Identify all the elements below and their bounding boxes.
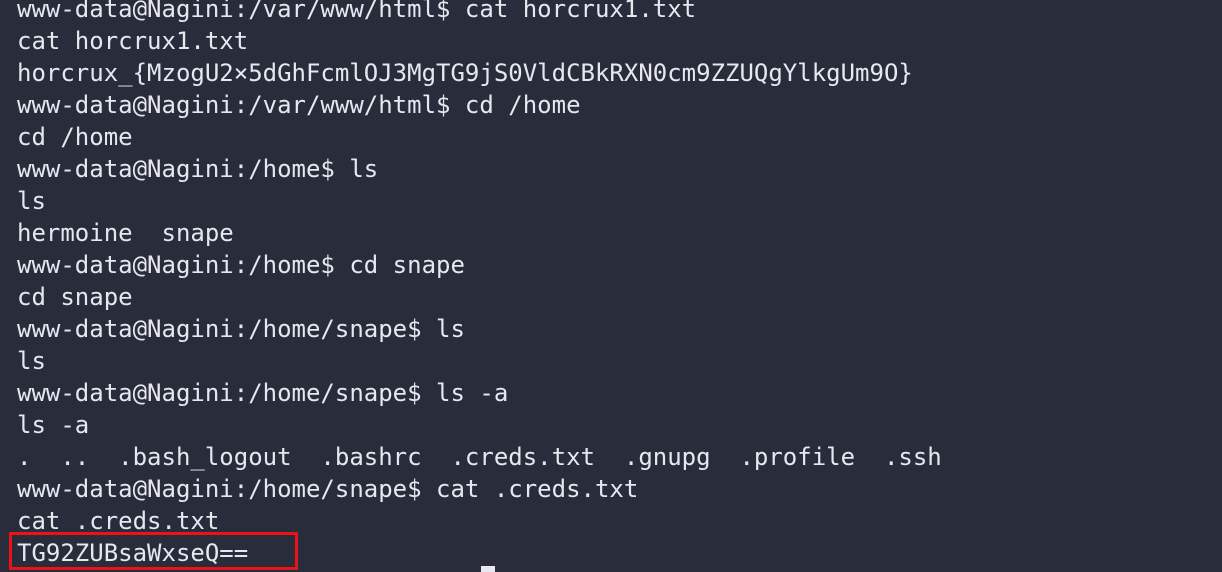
terminal-line-echo: ls [17, 187, 46, 215]
terminal-line-prompt: www-data@Nagini:/var/www/html$ cd /home [17, 91, 581, 119]
terminal-line-prompt: www-data@Nagini:/home/snape$ ls -a [17, 379, 509, 407]
terminal-line-echo: ls -a [17, 411, 90, 439]
terminal-line-echo: cat horcrux1.txt [17, 27, 249, 55]
terminal-line-output: hermoine snape [17, 219, 234, 247]
terminal-window[interactable]: www-data@Nagini:/var/www/html$ cat horcr… [0, 0, 1222, 572]
terminal-line-output: horcrux_{MzogU2×5dGhFcmlOJ3MgTG9jS0VldCB… [17, 59, 913, 87]
terminal-line-prompt: www-data@Nagini:/home/snape$ ls [17, 315, 465, 343]
terminal-line-echo: cd snape [17, 283, 133, 311]
terminal-cursor [481, 566, 495, 572]
highlight-annotation-box [9, 532, 298, 570]
terminal-line-output: . .. .bash_logout .bashrc .creds.txt .gn… [17, 443, 942, 471]
terminal-line-echo: cd /home [17, 123, 133, 151]
terminal-line-prompt: www-data@Nagini:/home$ ls [17, 155, 379, 183]
terminal-line-prompt: www-data@Nagini:/home/snape$ cat .creds.… [17, 475, 639, 503]
terminal-line-prompt: www-data@Nagini:/home$ cd snape [17, 251, 465, 279]
terminal-output: www-data@Nagini:/var/www/html$ cat horcr… [17, 0, 942, 569]
terminal-line-echo: ls [17, 347, 46, 375]
terminal-line-prompt: www-data@Nagini:/var/www/html$ cat horcr… [17, 0, 697, 23]
